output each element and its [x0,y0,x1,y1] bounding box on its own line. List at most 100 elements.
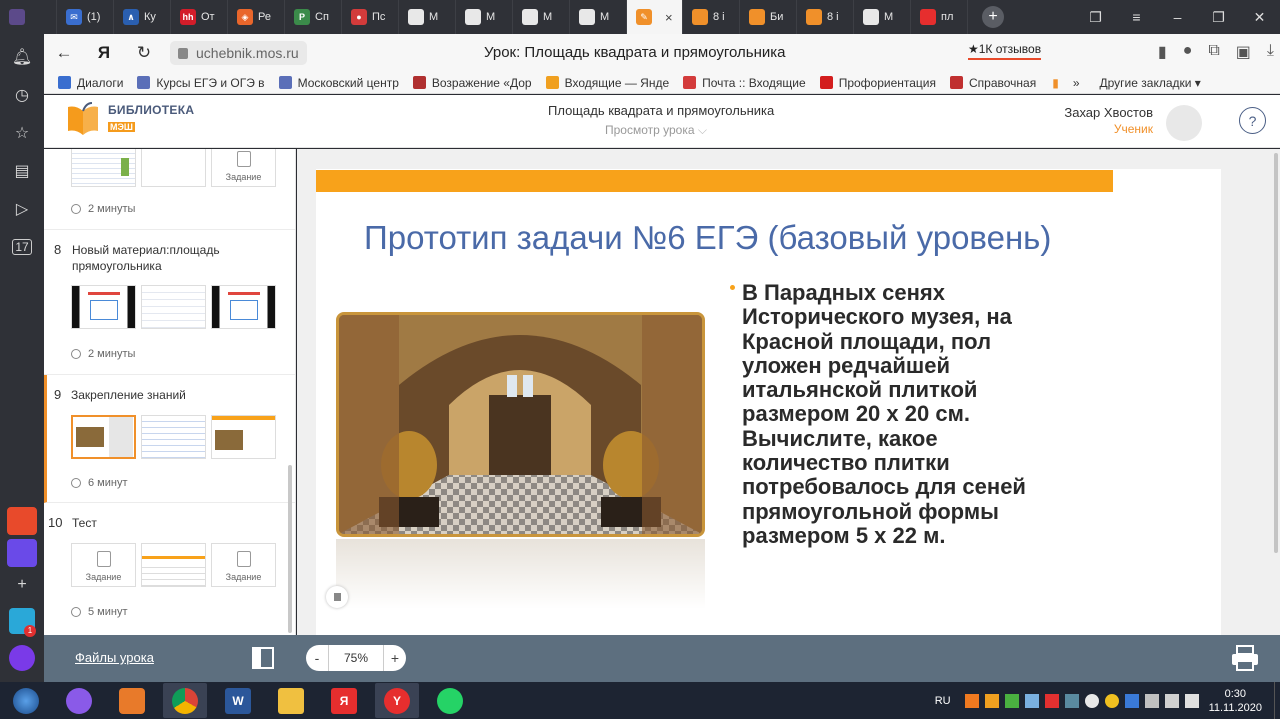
play-icon[interactable]: ▷ [0,190,44,228]
task-label: Задание [225,172,262,182]
toggle-sidebar-icon[interactable] [252,647,274,669]
bookmark-item[interactable]: Профориентация [819,76,936,90]
logo[interactable]: БИБЛИОТЕКА МЭШ [66,101,194,137]
browser-tab-10[interactable]: М [570,0,627,34]
tab-active-lesson[interactable]: ✎ × [627,0,683,34]
slide-thumbnail[interactable] [211,415,276,459]
lesson-files-link[interactable]: Файлы урока [75,650,154,665]
browser-tab-after-3[interactable]: М [854,0,911,34]
share-icon[interactable]: ⧉ [1208,42,1219,62]
lesson-view-dropdown[interactable]: Просмотр урока ⌵ [605,123,707,138]
close-window-button[interactable]: ✕ [1239,9,1280,26]
bookmark-item[interactable]: Диалоги [58,76,123,90]
bookmark-item[interactable]: Почта :: Входящие [683,76,806,90]
taskbar-media[interactable] [110,683,154,718]
lesson-section-7[interactable]: Задание 2 минуты [44,149,295,230]
task-thumbnail[interactable]: Задание [71,543,136,587]
whatsapp-icon[interactable]: ● [1183,42,1193,62]
taskbar-alice[interactable] [57,683,101,718]
star-icon[interactable]: ☆ [0,114,44,152]
browser-tab-after-2[interactable]: 8 і [797,0,854,34]
slide-thumbnail[interactable] [71,149,136,187]
messenger-icon[interactable] [7,539,37,567]
other-bookmarks-button[interactable]: Другие закладки ▾ [1100,76,1201,90]
slide-scrollbar[interactable] [1272,149,1280,635]
lesson-section-10[interactable]: 10 Тест Задание Задание 5 минут [44,503,295,635]
taskbar-yandex[interactable]: Я [322,683,366,718]
slide-thumbnail[interactable] [71,285,136,329]
back-icon[interactable]: ← [44,43,84,63]
bookmark-folder-icon[interactable]: ▮ [1052,76,1059,90]
bookmark-icon[interactable]: ▮ [1158,42,1167,62]
history-icon[interactable]: ◷ [0,76,44,114]
taskbar-yandex-browser[interactable]: Y [375,683,419,718]
restore-button[interactable]: ❐ [1198,9,1239,26]
yandex-mail-icon[interactable] [7,507,37,535]
tabs-icon[interactable]: ❐ [1075,9,1116,26]
taskbar-chrome[interactable] [163,683,207,718]
zoom-out-button[interactable]: - [306,645,328,671]
minimize-button[interactable]: – [1157,9,1198,25]
clock[interactable]: 0:30 11.11.2020 [1209,687,1262,715]
url-field[interactable]: uchebnik.mos.ru [170,41,307,65]
new-tab-button[interactable]: + [982,6,1004,28]
bookmark-item[interactable]: Московский центр [278,76,399,90]
sidebar-scrollbar[interactable] [288,465,292,633]
print-icon[interactable] [1230,644,1260,672]
lesson-section-8[interactable]: 8 Новый материал:площадь прямоугольника … [44,230,295,375]
browser-tab-after-4[interactable]: пл [911,0,968,34]
task-thumbnail[interactable]: Задание [211,543,276,587]
help-button[interactable]: ? [1239,107,1266,134]
browser-tab-after-1[interactable]: Би [740,0,797,34]
taskbar-explorer[interactable] [269,683,313,718]
browser-tab-0[interactable] [0,0,57,34]
language-indicator[interactable]: RU [935,695,951,707]
taskbar-word[interactable]: W [216,683,260,718]
reviews-badge[interactable]: ★1К отзывов [968,42,1042,60]
more-bookmarks-button[interactable]: » [1073,76,1080,90]
collections-icon[interactable]: ▤ [0,152,44,190]
add-panel-icon[interactable]: + [0,566,44,604]
close-tab-icon[interactable]: × [665,10,673,25]
browser-tab-4[interactable]: ◈ Ре [228,0,285,34]
slide-thumbnail[interactable] [141,285,206,329]
browser-tab-9[interactable]: М [513,0,570,34]
task-thumbnail[interactable]: Задание [211,149,276,187]
menu-icon[interactable]: ≡ [1116,9,1157,25]
slide-thumbnail-selected[interactable] [71,415,136,459]
browser-tab-3[interactable]: hh От [171,0,228,34]
bookmark-item[interactable]: Возражение «Дор [412,76,532,90]
reload-icon[interactable]: ↻ [124,43,164,63]
start-button[interactable] [4,683,48,718]
tab-label: Ре [258,11,271,23]
yandex-icon[interactable]: Я [84,43,124,63]
browser-tab-7[interactable]: М [399,0,456,34]
browser-tab-2[interactable]: ∧ Ку [114,0,171,34]
calendar-icon[interactable]: 17 [0,228,44,266]
browser-tab-8[interactable]: М [456,0,513,34]
tab-label: М [543,11,553,23]
slide-thumbnail[interactable] [141,415,206,459]
slide-thumbnail[interactable] [211,285,276,329]
slide-thumbnail[interactable] [141,543,206,587]
browser-tab-6[interactable]: ● Пс [342,0,399,34]
taskbar-whatsapp[interactable] [428,683,472,718]
show-desktop-button[interactable] [1274,682,1280,719]
avatar[interactable] [1166,105,1202,141]
zoom-value[interactable]: 75% [328,645,384,671]
browser-tab-1[interactable]: ✉ (1) [57,0,114,34]
bookmark-item[interactable]: Справочная [950,76,1036,90]
bookmark-item[interactable]: Входящие — Янде [545,76,669,90]
bell-icon[interactable]: 🔔︎ [0,38,44,76]
bookmark-slide-button[interactable] [326,586,348,608]
slide-thumbnail[interactable] [141,149,206,187]
zoom-in-button[interactable]: + [384,645,406,671]
browser-tab-5[interactable]: P Сп [285,0,342,34]
lesson-section-9[interactable]: 9 Закрепление знаний 6 минут [44,375,295,503]
tray-icons[interactable] [964,693,1199,708]
browser-tab-after-0[interactable]: 8 і [683,0,740,34]
download-icon[interactable]: ⤓ [1267,42,1274,62]
bookmark-item[interactable]: Курсы ЕГЭ и ОГЭ в [137,76,265,90]
alice-icon[interactable] [9,645,35,671]
image-icon[interactable]: ▣ [1236,42,1251,62]
